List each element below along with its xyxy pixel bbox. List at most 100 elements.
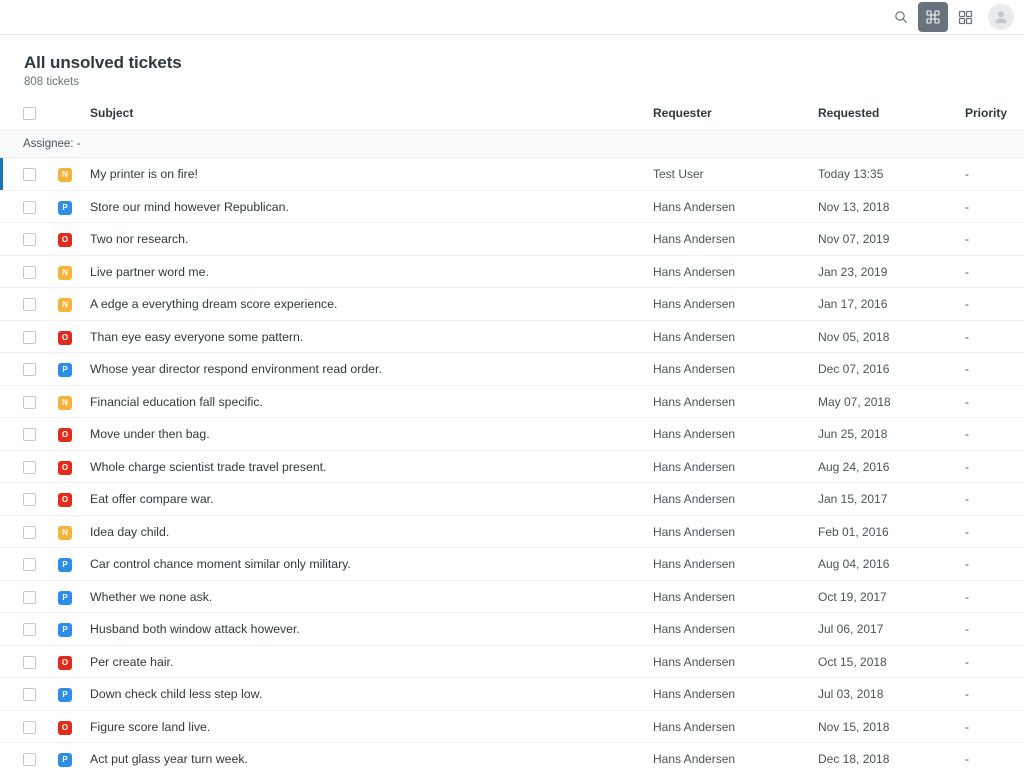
table-row[interactable]: OEat offer compare war.Hans AndersenJan … (0, 483, 1024, 516)
table-row[interactable]: PWhether we none ask.Hans AndersenOct 19… (0, 580, 1024, 613)
row-select-cell (0, 418, 52, 451)
table-row[interactable]: O Whole charge scientist trade travel pre… (0, 450, 1024, 483)
subject-cell[interactable]: Idea day child. (88, 515, 648, 548)
priority-cell: - (963, 255, 1024, 288)
subject-cell[interactable]: Down check child less step low. (88, 678, 648, 711)
row-select-cell (0, 288, 52, 321)
subject-cell[interactable]: Two nor research. (88, 223, 648, 256)
table-row[interactable]: NLive partner word me.Hans AndersenJan 2… (0, 255, 1024, 288)
requested-cell: Jan 17, 2016 (813, 288, 963, 321)
table-row[interactable]: OMove under then bag.Hans AndersenJun 25… (0, 418, 1024, 451)
requester-header[interactable]: Requester (648, 98, 813, 131)
row-checkbox[interactable] (23, 591, 36, 604)
channel-cell: P (52, 353, 88, 386)
table-row[interactable]: P Husband both window attack however.Hans… (0, 613, 1024, 646)
subject-cell[interactable]: Car control chance moment similar only m… (88, 548, 648, 581)
row-select-cell (0, 353, 52, 386)
row-checkbox[interactable] (23, 493, 36, 506)
requested-cell: Nov 07, 2019 (813, 223, 963, 256)
priority-cell: - (963, 288, 1024, 321)
requested-header[interactable]: Requested (813, 98, 963, 131)
row-checkbox[interactable] (23, 656, 36, 669)
table-row[interactable]: PCar control chance moment similar only … (0, 548, 1024, 581)
channel-cell: O (52, 450, 88, 483)
requester-cell: Hans Andersen (648, 613, 813, 646)
requester-cell: Test User (648, 158, 813, 191)
requester-cell: Hans Andersen (648, 580, 813, 613)
channel-o-icon: O (58, 461, 72, 475)
table-row[interactable]: PStore our mind however Republican.Hans … (0, 190, 1024, 223)
subject-cell[interactable]: Act put glass year turn week. (88, 743, 648, 768)
table-row[interactable]: OPer create hair.Hans AndersenOct 15, 20… (0, 645, 1024, 678)
subject-cell[interactable]: Whole charge scientist trade travel pres… (88, 450, 648, 483)
table-row[interactable]: NA edge a everything dream score experie… (0, 288, 1024, 321)
row-checkbox[interactable] (23, 396, 36, 409)
requested-cell: Jan 23, 2019 (813, 255, 963, 288)
priority-cell: - (963, 613, 1024, 646)
channel-p-icon: P (58, 363, 72, 377)
row-select-cell (0, 710, 52, 743)
channel-p-icon: P (58, 201, 72, 215)
subject-cell[interactable]: Eat offer compare war. (88, 483, 648, 516)
row-checkbox[interactable] (23, 168, 36, 181)
row-checkbox[interactable] (23, 688, 36, 701)
subject-cell[interactable]: My printer is on fire! (88, 158, 648, 191)
subject-text: Whose year director respond environment … (90, 362, 382, 376)
row-checkbox[interactable] (23, 201, 36, 214)
table-row[interactable]: PDown check child less step low.Hans And… (0, 678, 1024, 711)
requested-cell: Nov 05, 2018 (813, 320, 963, 353)
grid-apps-icon[interactable] (950, 2, 980, 32)
table-row[interactable]: OTwo nor research.Hans AndersenNov 07, 2… (0, 223, 1024, 256)
channel-cell: O (52, 483, 88, 516)
subject-text: Live partner word me. (90, 265, 209, 279)
subject-cell[interactable]: Whose year director respond environment … (88, 353, 648, 386)
channel-o-icon: O (58, 656, 72, 670)
channel-cell: O (52, 223, 88, 256)
avatar[interactable] (988, 4, 1014, 30)
row-checkbox[interactable] (23, 721, 36, 734)
channel-cell: N (52, 255, 88, 288)
channel-o-icon: O (58, 493, 72, 507)
subject-cell[interactable]: A edge a everything dream score experien… (88, 288, 648, 321)
subject-cell[interactable]: Figure score land live. (88, 710, 648, 743)
row-checkbox[interactable] (23, 526, 36, 539)
subject-cell[interactable]: Whether we none ask. (88, 580, 648, 613)
subject-cell[interactable]: Live partner word me. (88, 255, 648, 288)
row-checkbox[interactable] (23, 428, 36, 441)
row-checkbox[interactable] (23, 266, 36, 279)
channel-cell: O (52, 320, 88, 353)
ticket-count: 808 tickets (24, 76, 1024, 88)
subject-cell[interactable]: Financial education fall specific. (88, 385, 648, 418)
priority-header[interactable]: Priority (963, 98, 1024, 131)
row-checkbox[interactable] (23, 233, 36, 246)
table-row[interactable]: NFinancial education fall specific.Hans … (0, 385, 1024, 418)
apps-scatter-icon[interactable] (918, 2, 948, 32)
table-row[interactable]: P Whose year director respond environment… (0, 353, 1024, 386)
table-row[interactable]: NIdea day child.Hans AndersenFeb 01, 201… (0, 515, 1024, 548)
search-icon[interactable] (886, 2, 916, 32)
table-row[interactable]: PAct put glass year turn week.Hans Ander… (0, 743, 1024, 768)
channel-p-icon: P (58, 591, 72, 605)
priority-cell: - (963, 548, 1024, 581)
subject-text: Store our mind however Republican. (90, 200, 289, 214)
row-checkbox[interactable] (23, 298, 36, 311)
row-checkbox[interactable] (23, 753, 36, 766)
table-row[interactable]: OThan eye easy everyone some pattern.Han… (0, 320, 1024, 353)
subject-cell[interactable]: Move under then bag. (88, 418, 648, 451)
subject-header[interactable]: Subject (88, 98, 648, 131)
requester-cell: Hans Andersen (648, 515, 813, 548)
row-checkbox[interactable] (23, 461, 36, 474)
select-all-checkbox[interactable] (23, 107, 36, 120)
channel-p-icon: P (58, 623, 72, 637)
subject-cell[interactable]: Per create hair. (88, 645, 648, 678)
row-checkbox[interactable] (23, 558, 36, 571)
subject-cell[interactable]: Than eye easy everyone some pattern. (88, 320, 648, 353)
row-checkbox[interactable] (23, 623, 36, 636)
row-checkbox[interactable] (23, 363, 36, 376)
subject-cell[interactable]: Husband both window attack however. (88, 613, 648, 646)
subject-cell[interactable]: Store our mind however Republican. (88, 190, 648, 223)
table-row[interactable]: OFigure score land live.Hans AndersenNov… (0, 710, 1024, 743)
row-checkbox[interactable] (23, 331, 36, 344)
subject-text: Down check child less step low. (90, 687, 262, 701)
table-row[interactable]: NMy printer is on fire!Test UserToday 13… (0, 158, 1024, 191)
